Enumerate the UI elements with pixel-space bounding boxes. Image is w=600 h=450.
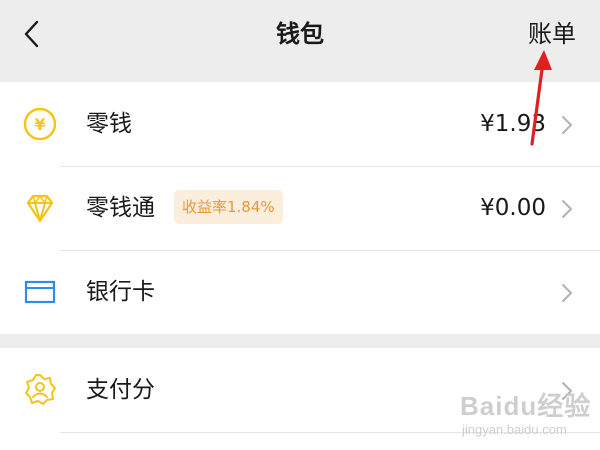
row-label: 支付分 — [86, 377, 155, 403]
row-label: 零钱通 — [86, 195, 155, 221]
row-label: 零钱 — [86, 111, 132, 137]
row-change[interactable]: ¥ 零钱 ¥1.93 — [0, 82, 600, 166]
chevron-right-icon — [562, 284, 572, 302]
yuan-coin-icon: ¥ — [23, 107, 57, 141]
page-title: 钱包 — [276, 20, 324, 48]
annotation-arrow-icon — [530, 50, 552, 146]
chevron-right-icon — [562, 116, 572, 134]
baidu-watermark: Baidu经验 jingyan.baidu.com — [440, 382, 600, 450]
chevron-right-icon — [562, 200, 572, 218]
row-lingqiantong[interactable]: 零钱通 收益率1.84% ¥0.00 — [0, 166, 600, 250]
yield-badge: 收益率1.84% — [174, 190, 283, 224]
watermark-logo: Baidu经验 — [460, 391, 592, 421]
diamond-icon — [26, 194, 54, 223]
bank-card-icon — [24, 280, 56, 304]
header-bar: 钱包 账单 — [0, 0, 600, 82]
row-label: 银行卡 — [86, 279, 155, 305]
wallet-items-group: ¥ 零钱 ¥1.93 零钱通 收益率1.84% ¥0.00 银行卡 — [0, 82, 600, 334]
svg-text:¥: ¥ — [34, 115, 45, 134]
balance-amount: ¥0.00 — [480, 195, 546, 221]
row-bank-card[interactable]: 银行卡 — [0, 250, 600, 334]
score-badge-icon — [25, 374, 56, 405]
watermark-url: jingyan.baidu.com — [462, 422, 567, 437]
